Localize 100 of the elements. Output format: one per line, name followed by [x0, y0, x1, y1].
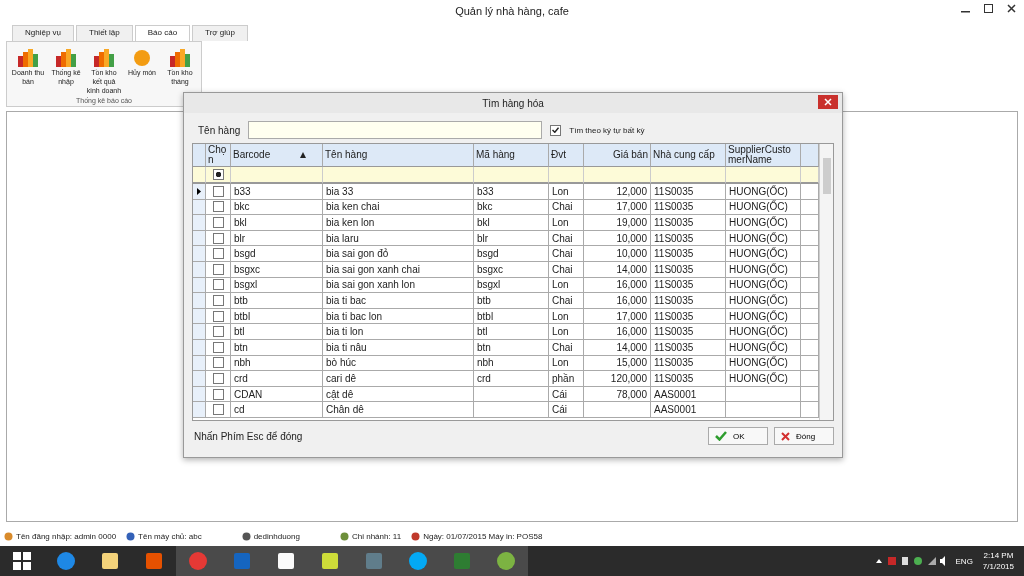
filter-cell[interactable] — [651, 167, 726, 184]
close-button[interactable] — [818, 95, 838, 109]
checkbox[interactable] — [212, 232, 224, 244]
table-cell: 11S0035 — [651, 277, 726, 294]
table-cell: 11S0035 — [651, 184, 726, 200]
checkbox[interactable] — [212, 372, 224, 384]
filter-cell[interactable] — [231, 167, 323, 184]
close-icon — [824, 98, 832, 106]
column-header[interactable]: Barcode — [231, 144, 323, 167]
table-cell: 11S0035 — [651, 246, 726, 262]
table-cell: 11S0035 — [651, 308, 726, 325]
hint-text: Nhấn Phím Esc để đóng — [194, 430, 304, 442]
restore-icon[interactable] — [984, 4, 993, 13]
checkbox[interactable] — [212, 404, 224, 416]
table-cell: AAS0001 — [651, 402, 726, 418]
column-header[interactable]: Đvt — [549, 144, 584, 167]
column-header[interactable]: Giá bán — [584, 144, 651, 167]
table-cell: 11S0035 — [651, 371, 726, 387]
table-cell: Chân dê — [323, 402, 474, 418]
table-cell: Chai — [549, 339, 584, 356]
table-cell: bia 33 — [323, 184, 474, 200]
table-cell: btbl — [231, 308, 323, 325]
filter-cell[interactable] — [323, 167, 474, 184]
table-cell: bkc — [474, 199, 549, 216]
table-cell: bkl — [474, 215, 549, 231]
table-cell: 17,000 — [584, 199, 651, 216]
checkbox[interactable] — [212, 310, 224, 322]
close-button[interactable]: Đóng — [774, 427, 834, 445]
search-field[interactable] — [248, 121, 543, 139]
checkbox[interactable] — [212, 357, 224, 369]
filter-cell[interactable] — [726, 167, 801, 184]
table-cell: bkl — [231, 215, 323, 231]
column-header[interactable]: SupplierCustomerName — [726, 144, 801, 167]
table-cell: 11S0035 — [651, 355, 726, 372]
filter-cell[interactable] — [474, 167, 549, 184]
column-header[interactable]: Nhà cung cấp — [651, 144, 726, 167]
table-cell: Lon — [549, 215, 584, 231]
checkbox[interactable] — [212, 326, 224, 338]
table-cell: 11S0035 — [651, 199, 726, 216]
close-icon[interactable] — [1007, 4, 1016, 13]
table-cell: bkc — [231, 199, 323, 216]
filter-cell[interactable] — [549, 167, 584, 184]
table-cell: nbh — [474, 355, 549, 372]
checkbox[interactable] — [212, 263, 224, 275]
table-cell: phần — [549, 371, 584, 387]
ok-button[interactable]: OK — [708, 427, 768, 445]
checkbox-label: Tìm theo ký tự bất kỳ — [569, 125, 645, 135]
table-cell: 11S0035 — [651, 261, 726, 278]
table-cell: crd — [474, 371, 549, 387]
windows-start-icon[interactable] — [13, 552, 31, 570]
checkbox[interactable] — [212, 217, 224, 228]
table-cell: cd — [231, 402, 323, 418]
table-cell: Chai — [549, 246, 584, 262]
dialog-title: Tìm hàng hóa — [482, 97, 544, 109]
menu-tab[interactable]: Nghiệp vụ — [12, 25, 75, 41]
column-header[interactable]: Chọn — [206, 144, 231, 167]
checkbox[interactable] — [212, 279, 224, 291]
table-cell: Chai — [549, 261, 584, 278]
table-cell: bia ti nâu — [323, 339, 474, 356]
checkbox[interactable] — [212, 341, 224, 353]
table-cell: 12,000 — [584, 184, 651, 200]
status-text: Tên đăng nhập: admin 0000 — [16, 531, 117, 541]
table-cell: Chai — [549, 230, 584, 247]
checkbox[interactable] — [212, 201, 224, 213]
filter-cell[interactable] — [584, 167, 651, 184]
table-cell: Lon — [549, 184, 584, 200]
table-cell: HUONG(ỐC) — [726, 199, 801, 216]
clock-time[interactable]: 2:14 PM — [983, 550, 1014, 561]
table-cell: Lon — [549, 355, 584, 372]
checkbox[interactable] — [550, 124, 562, 136]
menu-tab[interactable]: Thiết lập — [76, 25, 133, 41]
menu-tab[interactable]: Trợ giúp — [192, 25, 248, 41]
table-cell: Chai — [549, 199, 584, 216]
table-cell: cari dê — [323, 371, 474, 387]
table-cell: HUONG(ỐC) — [726, 246, 801, 262]
table-cell: blr — [474, 230, 549, 247]
checkbox[interactable] — [212, 294, 224, 306]
table-cell: 15,000 — [584, 355, 651, 372]
table-cell: bia sai gon xanh lon — [323, 277, 474, 294]
table-cell: bia sai gon đỏ — [323, 246, 474, 262]
table-cell: Lon — [549, 308, 584, 325]
table-cell: btn — [231, 339, 323, 356]
field-label: Tên hàng — [198, 124, 241, 136]
checkbox[interactable] — [212, 185, 224, 197]
column-header[interactable]: Tên hàng — [323, 144, 474, 167]
column-header[interactable]: Mã hàng — [474, 144, 549, 167]
clock-date[interactable]: 7/1/2015 — [982, 561, 1014, 572]
table-cell: HUONG(ỐC) — [726, 371, 801, 387]
checkbox[interactable] — [212, 169, 224, 180]
checkbox[interactable] — [212, 248, 224, 260]
table-cell: Lon — [549, 324, 584, 340]
table-cell: btl — [231, 324, 323, 340]
table-cell: HUONG(ỐC) — [726, 339, 801, 356]
table-cell: Lon — [549, 277, 584, 294]
menu-tab[interactable]: Báo cáo — [134, 25, 191, 41]
table-cell: btl — [474, 324, 549, 340]
table-cell: nbh — [231, 355, 323, 372]
table-cell: bsgd — [231, 246, 323, 262]
language-indicator[interactable]: ENG — [955, 556, 973, 566]
checkbox[interactable] — [212, 388, 224, 400]
